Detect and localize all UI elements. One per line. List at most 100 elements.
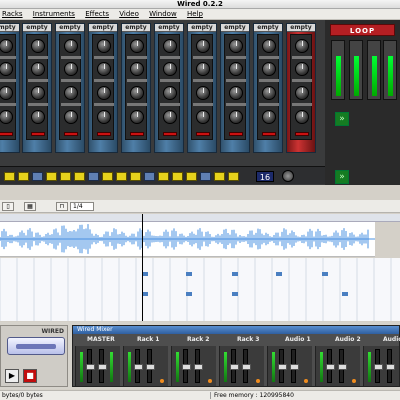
knob-icon[interactable] (31, 39, 45, 53)
knob-icon[interactable] (229, 86, 243, 100)
midi-note[interactable] (276, 272, 282, 276)
volume-fader[interactable] (386, 349, 395, 383)
knob-icon[interactable] (262, 39, 276, 53)
knob-icon[interactable] (130, 62, 144, 76)
knob-icon[interactable] (31, 86, 45, 100)
step-button[interactable] (18, 172, 29, 181)
volume-fader[interactable] (290, 349, 299, 383)
menu-window[interactable]: Window (145, 9, 181, 20)
plugin-rack[interactable]: empty (22, 23, 52, 153)
pointer-tool-icon[interactable]: ▯ (2, 202, 14, 211)
knob-icon[interactable] (262, 110, 276, 124)
knob-icon[interactable] (295, 39, 309, 53)
plugin-select-button[interactable] (196, 132, 210, 136)
plugin-select-button[interactable] (262, 132, 276, 136)
volume-fader[interactable] (338, 349, 347, 383)
knob-icon[interactable] (262, 62, 276, 76)
volume-fader[interactable] (98, 349, 107, 383)
knob-icon[interactable] (130, 110, 144, 124)
plugin-rack[interactable]: empty (0, 23, 20, 153)
volume-fader[interactable] (194, 349, 203, 383)
knob-icon[interactable] (64, 110, 78, 124)
play-icon[interactable]: ▶ (5, 369, 19, 383)
knob-icon[interactable] (295, 110, 309, 124)
knob-icon[interactable] (97, 62, 111, 76)
knob-icon[interactable] (163, 110, 177, 124)
knob-icon[interactable] (97, 86, 111, 100)
knob-icon[interactable] (295, 62, 309, 76)
plugin-select-button[interactable] (130, 132, 144, 136)
menu-racks[interactable]: Racks (0, 9, 27, 20)
knob-icon[interactable] (229, 110, 243, 124)
magnet-icon[interactable]: ⊓ (56, 202, 68, 211)
knob-icon[interactable] (97, 110, 111, 124)
volume-fader[interactable] (374, 349, 383, 383)
plugin-rack[interactable]: empty (187, 23, 217, 153)
plugin-select-button[interactable] (31, 132, 45, 136)
midi-note[interactable] (186, 292, 192, 296)
plugin-select-button[interactable] (163, 132, 177, 136)
timeline-ruler[interactable] (0, 214, 400, 222)
knob-icon[interactable] (97, 39, 111, 53)
volume-fader[interactable] (278, 349, 287, 383)
step-button[interactable] (32, 172, 43, 181)
step-button[interactable] (214, 172, 225, 181)
knob-icon[interactable] (229, 39, 243, 53)
step-button[interactable] (46, 172, 57, 181)
knob-icon[interactable] (31, 62, 45, 76)
midi-note[interactable] (232, 292, 238, 296)
track-area[interactable] (0, 258, 400, 321)
mute-led[interactable] (304, 379, 308, 383)
step-button[interactable] (228, 172, 239, 181)
volume-fader[interactable] (230, 349, 239, 383)
volume-fader[interactable] (134, 349, 143, 383)
tempo-knob-icon[interactable] (282, 170, 294, 182)
volume-fader[interactable] (326, 349, 335, 383)
volume-fader[interactable] (242, 349, 251, 383)
knob-icon[interactable] (31, 110, 45, 124)
mute-led[interactable] (352, 379, 356, 383)
knob-icon[interactable] (0, 86, 13, 100)
menu-instruments[interactable]: Instruments (29, 9, 79, 20)
midi-note[interactable] (322, 272, 328, 276)
knob-icon[interactable] (196, 62, 210, 76)
audio-waveform[interactable] (0, 222, 375, 257)
plugin-rack[interactable]: empty (220, 23, 250, 153)
step-button[interactable] (144, 172, 155, 181)
knob-icon[interactable] (130, 39, 144, 53)
step-button[interactable] (102, 172, 113, 181)
knob-icon[interactable] (0, 39, 13, 53)
step-button[interactable] (200, 172, 211, 181)
plugin-select-button[interactable] (64, 132, 78, 136)
knob-icon[interactable] (163, 62, 177, 76)
step-button[interactable] (158, 172, 169, 181)
plugin-rack[interactable]: empty (253, 23, 283, 153)
knob-icon[interactable] (196, 110, 210, 124)
knob-icon[interactable] (163, 86, 177, 100)
step-button[interactable] (4, 172, 15, 181)
volume-fader[interactable] (182, 349, 191, 383)
record-icon[interactable]: ■ (23, 369, 37, 383)
knob-icon[interactable] (130, 86, 144, 100)
knob-icon[interactable] (196, 39, 210, 53)
knob-icon[interactable] (64, 39, 78, 53)
play-arrow-icon[interactable]: » (335, 170, 349, 184)
step-button[interactable] (60, 172, 71, 181)
plugin-rack[interactable]: empty (55, 23, 85, 153)
midi-note[interactable] (342, 292, 348, 296)
knob-icon[interactable] (229, 62, 243, 76)
plugin-rack[interactable]: empty (88, 23, 118, 153)
plugin-rack[interactable]: empty (286, 23, 316, 153)
midi-note[interactable] (232, 272, 238, 276)
step-button[interactable] (130, 172, 141, 181)
knob-icon[interactable] (163, 39, 177, 53)
menu-help[interactable]: Help (183, 9, 207, 20)
knob-icon[interactable] (196, 86, 210, 100)
step-button[interactable] (116, 172, 127, 181)
plugin-rack[interactable]: empty (121, 23, 151, 153)
knob-icon[interactable] (0, 110, 13, 124)
plugin-select-button[interactable] (229, 132, 243, 136)
knob-icon[interactable] (64, 86, 78, 100)
midi-note[interactable] (186, 272, 192, 276)
menu-effects[interactable]: Effects (81, 9, 113, 20)
